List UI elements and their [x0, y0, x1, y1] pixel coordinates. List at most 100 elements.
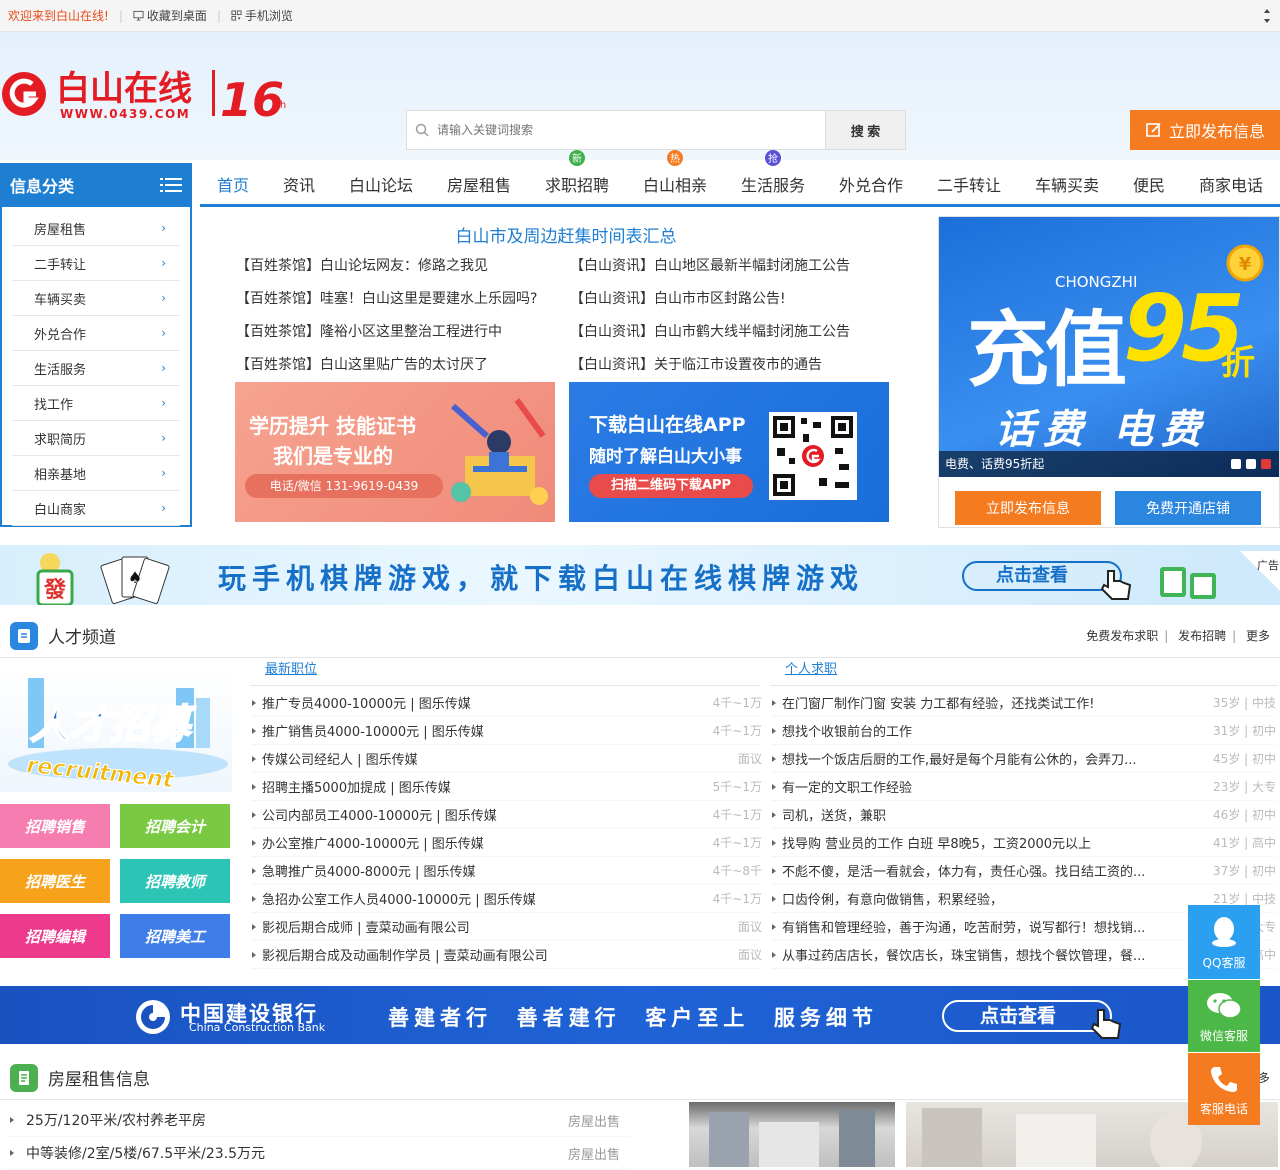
nav-item-8[interactable]: 二手转让 [920, 172, 1018, 196]
news-item[interactable]: 【百姓茶馆】哇塞！白山这里是要建水上乐园吗? [236, 285, 570, 318]
news-item[interactable]: 【白山资讯】白山市鹤大线半幅封闭施工公告 [570, 318, 896, 351]
svg-text:白山在线: 白山在线 [56, 69, 192, 109]
job-row[interactable]: 推广专员4000-10000元 | 图乐传媒 4千~1万 [252, 689, 762, 717]
house-row[interactable]: 25万/120平米/农村养老平房 房屋出售 [10, 1104, 630, 1137]
slide-dot[interactable] [1246, 459, 1256, 469]
recruit-tag-button[interactable]: 招聘会计 [120, 804, 230, 848]
game-ad-banner[interactable]: 發 ♠ 玩手机棋牌游戏，就下载白山在线棋牌游戏 点击查看 广告 [0, 545, 1280, 605]
category-item[interactable]: 找工作 › [12, 386, 180, 421]
chevron-right-icon: › [161, 466, 166, 480]
wechat-service-button[interactable]: 微信客服 [1188, 980, 1260, 1052]
category-item[interactable]: 相亲基地 › [12, 456, 180, 491]
recruit-tag-button[interactable]: 招聘美工 [120, 914, 230, 958]
category-item[interactable]: 求职简历 › [12, 421, 180, 456]
news-item[interactable]: 【百姓茶馆】白山这里贴广告的太讨厌了 [236, 351, 570, 384]
resume-row[interactable]: 有一定的文职工作经验 23岁 | 大专 [772, 773, 1276, 801]
nav-item-1[interactable]: 资讯 [266, 172, 332, 196]
chevron-right-icon: › [161, 431, 166, 445]
education-banner[interactable]: 学历提升 技能证书 我们是专业的 电话/微信 131-9619-0439 [235, 382, 555, 522]
category-item[interactable]: 生活服务 › [12, 351, 180, 386]
scroll-arrow-icon[interactable] [1264, 8, 1270, 24]
slide-dots [1231, 459, 1271, 469]
nav-item-3[interactable]: 房屋租售 [430, 172, 528, 196]
resume-row[interactable]: 找导购 营业员的工作 白班 早8晚5，工资2000元以上 41岁 | 高中 [772, 829, 1276, 857]
recruit-tag-button[interactable]: 招聘销售 [0, 804, 110, 848]
job-row[interactable]: 办公室推广4000-10000元 | 图乐传媒 4千~1万 [252, 829, 762, 857]
recruitment-art-icon: 人才招募 recruitment [8, 678, 228, 792]
house-photo[interactable] [689, 1102, 895, 1167]
top-bar: 欢迎来到白山在线! | 收藏到桌面 | 手机浏览 [0, 0, 1280, 32]
slide-dot-active[interactable] [1261, 459, 1271, 469]
svg-text:th: th [276, 100, 286, 111]
open-shop-button[interactable]: 免费开通店铺 [1115, 491, 1261, 525]
category-header[interactable]: 信息分类 [0, 163, 192, 207]
site-logo[interactable]: 白山在线 WWW.0439.COM 16 th [0, 64, 300, 124]
post-job-link[interactable]: 发布招聘 [1178, 629, 1226, 643]
slide-caption: 电费、话费95折起 [939, 451, 1279, 477]
bookmark-link[interactable]: 收藏到桌面 [133, 7, 207, 24]
latest-jobs-heading[interactable]: 最新职位 [265, 658, 317, 677]
job-row[interactable]: 影视后期合成师 | 壹菜动画有限公司 面议 [252, 913, 762, 941]
publish-info-button[interactable]: 立即发布信息 [1130, 110, 1280, 150]
resume-row[interactable]: 不彪不傻，是活一看就会，体力有，责任心强。找日结工资的... 37岁 | 初中 [772, 857, 1276, 885]
ccb-view-button[interactable]: 点击查看 [942, 1000, 1112, 1032]
app-download-banner[interactable]: 下载白山在线APP 随时了解白山大小事 扫描二维码下载APP [569, 382, 889, 522]
nav-item-4[interactable]: 求职招聘新 [528, 149, 626, 196]
nav-item-9[interactable]: 车辆买卖 [1018, 172, 1116, 196]
resume-row[interactable]: 在门窗厂制作门窗 安装 力工都有经验，还找类试工作! 35岁 | 中技 [772, 689, 1276, 717]
mobile-link[interactable]: 手机浏览 [231, 7, 293, 24]
room-photo-icon [709, 1110, 875, 1167]
category-item[interactable]: 二手转让 › [12, 246, 180, 281]
recruit-tag-button[interactable]: 招聘编辑 [0, 914, 110, 958]
search-button[interactable]: 搜 索 [825, 111, 905, 149]
nav-item-0[interactable]: 首页 [200, 172, 266, 196]
news-item[interactable]: 【白山资讯】白山市市区封路公告! [570, 285, 896, 318]
qq-service-button[interactable]: QQ客服 [1188, 905, 1260, 979]
recruitment-illustration[interactable]: 人才招募 recruitment [0, 668, 232, 792]
post-resume-link[interactable]: 免费发布求职 [1086, 629, 1158, 643]
nav-item-2[interactable]: 白山论坛 [332, 172, 430, 196]
news-item[interactable]: 【百姓茶馆】隆裕小区这里整治工程进行中 [236, 318, 570, 351]
resume-row[interactable]: 想找个收银前台的工作 31岁 | 初中 [772, 717, 1276, 745]
nav-item-5[interactable]: 白山相亲热 [626, 149, 724, 196]
category-item[interactable]: 房屋租售 › [12, 211, 180, 246]
job-row[interactable]: 公司内部员工4000-10000元 | 图乐传媒 4千~1万 [252, 801, 762, 829]
news-item[interactable]: 【百姓茶馆】白山论坛网友：修路之我见 [236, 252, 570, 285]
publish-info-button-secondary[interactable]: 立即发布信息 [955, 491, 1101, 525]
slide-dot[interactable] [1231, 459, 1241, 469]
news-item[interactable]: 【白山资讯】白山地区最新半幅封闭施工公告 [570, 252, 896, 285]
nav-item-10[interactable]: 便民 [1116, 172, 1182, 196]
header: 白山在线 WWW.0439.COM 16 th 搜 索 立即发布信息 [0, 32, 1280, 160]
nav-item-7[interactable]: 外兑合作 [822, 172, 920, 196]
promo-slide[interactable]: ¥ CHONGZHI 充值 95 折 话费 电费 电费、话费95折起 [939, 217, 1279, 477]
study-illustration-icon [451, 398, 548, 505]
game-view-button[interactable]: 点击查看 [962, 561, 1122, 591]
category-item[interactable]: 白山商家 › [12, 491, 180, 526]
ccb-ad-banner[interactable]: 中国建设银行 China Construction Bank 善建者行 善者建行… [0, 986, 1280, 1044]
resume-heading[interactable]: 个人求职 [785, 658, 837, 677]
job-row[interactable]: 推广销售员4000-10000元 | 图乐传媒 4千~1万 [252, 717, 762, 745]
resume-row[interactable]: 想找一个饭店后厨的工作,最好是每个月能有公休的，会弄刀... 45岁 | 初中 [772, 745, 1276, 773]
job-row[interactable]: 急招办公室工作人员4000-10000元 | 图乐传媒 4千~1万 [252, 885, 762, 913]
nav-badge: 抢 [765, 149, 781, 166]
talent-section-title: 人才频道 [48, 628, 116, 648]
nav-item-6[interactable]: 生活服务抢 [724, 149, 822, 196]
nav-item-11[interactable]: 商家电话 [1182, 172, 1280, 196]
category-item[interactable]: 外兑合作 › [12, 316, 180, 351]
phone-service-button[interactable]: 客服电话 [1188, 1053, 1260, 1125]
news-headline[interactable]: 白山市及周边赶集时间表汇总 [236, 222, 896, 247]
search-input[interactable] [437, 111, 825, 149]
job-row[interactable]: 招聘主播5000加提成 | 图乐传媒 5千~1万 [252, 773, 762, 801]
recruit-tag-button[interactable]: 招聘教师 [120, 859, 230, 903]
recruit-tag-button[interactable]: 招聘医生 [0, 859, 110, 903]
talent-section-header: 人才频道 免费发布求职 | 发布招聘 | 更多 [0, 614, 1280, 658]
category-item[interactable]: 车辆买卖 › [12, 281, 180, 316]
more-link[interactable]: 更多 [1246, 629, 1270, 643]
news-item[interactable]: 【白山资讯】关于临江市设置夜市的通告 [570, 351, 896, 384]
job-row[interactable]: 影视后期合成及动画制作学员 | 壹菜动画有限公司 面议 [252, 941, 762, 969]
job-row[interactable]: 急聘推广员4000-8000元 | 图乐传媒 4千~8千 [252, 857, 762, 885]
resume-row[interactable]: 司机，送货，兼职 46岁 | 初中 [772, 801, 1276, 829]
house-row[interactable]: 中等装修/2室/5楼/67.5平米/23.5万元 房屋出售 [10, 1137, 630, 1170]
talent-section-links: 免费发布求职 | 发布招聘 | 更多 [1086, 629, 1270, 643]
job-row[interactable]: 传媒公司经纪人 | 图乐传媒 面议 [252, 745, 762, 773]
